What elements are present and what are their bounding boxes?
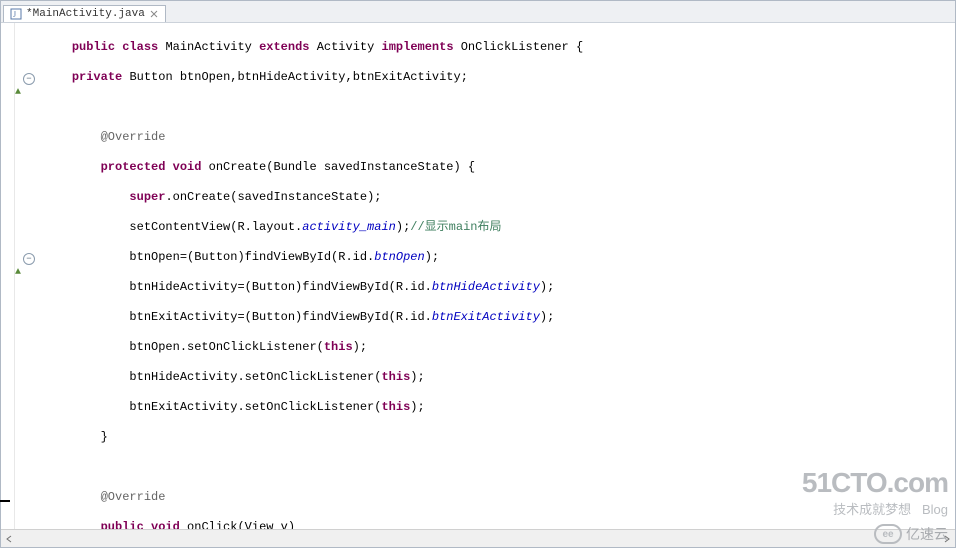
scroll-left-icon[interactable]: [1, 531, 17, 547]
badge-icon: ee: [874, 524, 902, 544]
gutter[interactable]: − ▲ − ▲: [15, 23, 43, 529]
left-ruler: [1, 23, 15, 529]
horizontal-scrollbar[interactable]: [1, 529, 955, 547]
badge-text: 亿速云: [906, 524, 948, 544]
fold-icon[interactable]: −: [23, 253, 35, 265]
fold-icon[interactable]: −: [23, 73, 35, 85]
code-content[interactable]: public class MainActivity extends Activi…: [43, 23, 955, 529]
close-tab-icon[interactable]: [149, 9, 159, 19]
watermark-badge: ee 亿速云: [874, 524, 948, 544]
code-area[interactable]: − ▲ − ▲ public class MainActivity extend…: [1, 23, 955, 529]
tab-mainactivity[interactable]: J *MainActivity.java: [3, 5, 166, 22]
svg-text:J: J: [13, 10, 16, 19]
tab-filename: *MainActivity.java: [26, 8, 145, 20]
override-icon[interactable]: ▲: [15, 87, 21, 98]
override-icon[interactable]: ▲: [15, 267, 21, 278]
cursor-mark: [1, 500, 10, 502]
java-file-icon: J: [10, 8, 22, 20]
editor-container: J *MainActivity.java − ▲ − ▲ public clas…: [0, 0, 956, 548]
tab-bar: J *MainActivity.java: [1, 1, 955, 23]
